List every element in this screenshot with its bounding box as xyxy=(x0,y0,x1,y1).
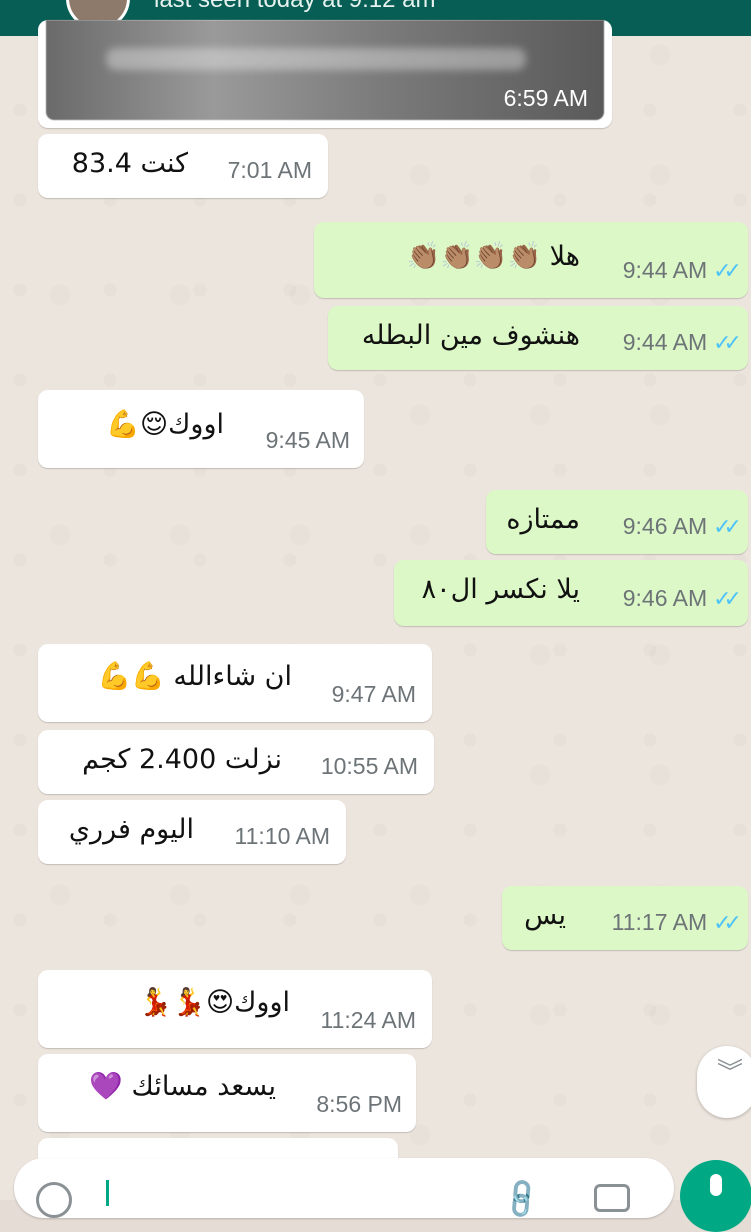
message-text: ان شاءالله 💪💪 xyxy=(97,661,292,692)
blurred-content xyxy=(106,48,526,70)
text-cursor xyxy=(106,1180,109,1206)
message-bubble[interactable]: هنشوف مين البطله 9:44 AM ✓✓ xyxy=(328,306,748,370)
message-bubble[interactable]: كنت 83.4 7:01 AM xyxy=(38,134,328,198)
message-text: اليوم فرري xyxy=(68,814,194,845)
image-message[interactable]: 6:59 AM xyxy=(38,20,612,128)
message-text: يلا نكسر ال٨٠ xyxy=(421,574,580,605)
message-text: يسعد مسائك 💜 xyxy=(89,1071,276,1102)
message-bubble[interactable]: اليوم فرري 11:10 AM xyxy=(38,800,346,864)
chevron-down-icon: ︾ xyxy=(717,1058,744,1088)
message-time: 9:47 AM xyxy=(331,681,416,707)
message-bubble[interactable]: ان شاءالله 💪💪 9:47 AM xyxy=(38,644,432,722)
message-time: 9:45 AM xyxy=(265,427,350,453)
read-receipt-icon: ✓✓ xyxy=(713,910,742,935)
read-receipt-icon: ✓✓ xyxy=(713,330,742,355)
mic-button[interactable] xyxy=(680,1160,751,1232)
message-text: هلا 👏🏽👏🏽👏🏽👏🏽 xyxy=(406,241,580,272)
message-bubble[interactable]: اووك😌💪 9:45 AM xyxy=(38,390,364,468)
message-time: 9:46 AM xyxy=(622,513,708,539)
message-time-status: 11:17 AM ✓✓ xyxy=(611,909,742,936)
last-seen-status: last seen today at 9:12 am xyxy=(154,0,436,14)
message-bubble[interactable]: يسعد مسائك 💜 8:56 PM xyxy=(38,1054,416,1132)
message-time: 11:10 AM xyxy=(234,823,330,849)
message-composer[interactable]: 🔗 xyxy=(14,1158,674,1222)
paperclip-icon[interactable]: 🔗 xyxy=(497,1175,545,1223)
read-receipt-icon: ✓✓ xyxy=(713,586,742,611)
message-time-status: 9:44 AM ✓✓ xyxy=(622,329,742,356)
message-text: هنشوف مين البطله xyxy=(361,320,580,351)
message-bubble[interactable]: ممتازه 9:46 AM ✓✓ xyxy=(486,490,748,554)
message-time: 9:44 AM xyxy=(622,329,708,355)
message-text: كنت 83.4 xyxy=(71,148,188,179)
message-time-status: 9:44 AM ✓✓ xyxy=(622,257,742,284)
scroll-to-bottom-button[interactable]: ︾ xyxy=(697,1046,751,1118)
message-bubble[interactable]: يلا نكسر ال٨٠ 9:46 AM ✓✓ xyxy=(394,560,748,626)
message-bubble[interactable]: نزلت 2.400 كجم 10:55 AM xyxy=(38,730,434,794)
emoji-icon[interactable] xyxy=(36,1182,72,1218)
message-time-status: 9:46 AM ✓✓ xyxy=(622,513,742,540)
message-time-status: 9:46 AM ✓✓ xyxy=(622,585,742,612)
message-time: 9:46 AM xyxy=(622,585,708,611)
message-time: 11:24 AM xyxy=(320,1007,416,1033)
message-time: 9:44 AM xyxy=(622,257,708,283)
message-bubble[interactable]: اووك😍💃💃 11:24 AM xyxy=(38,970,432,1048)
message-bubble[interactable]: هلا 👏🏽👏🏽👏🏽👏🏽 9:44 AM ✓✓ xyxy=(314,222,748,298)
read-receipt-icon: ✓✓ xyxy=(713,514,742,539)
message-time: 7:01 AM xyxy=(227,157,312,183)
message-text: يس xyxy=(524,900,566,931)
camera-icon[interactable] xyxy=(594,1184,630,1212)
message-time: 10:55 AM xyxy=(320,753,418,779)
message-text: اووك😌💪 xyxy=(106,409,224,440)
message-time: 8:56 PM xyxy=(316,1091,402,1117)
message-text: نزلت 2.400 كجم xyxy=(82,744,282,775)
message-time: 6:59 AM xyxy=(503,85,588,111)
message-bubble[interactable]: يس 11:17 AM ✓✓ xyxy=(502,886,748,950)
message-text: ممتازه xyxy=(506,504,580,535)
message-time: 11:17 AM xyxy=(611,909,708,935)
read-receipt-icon: ✓✓ xyxy=(713,258,742,283)
mic-icon xyxy=(710,1174,722,1196)
message-text: اووك😍💃💃 xyxy=(138,987,290,1018)
